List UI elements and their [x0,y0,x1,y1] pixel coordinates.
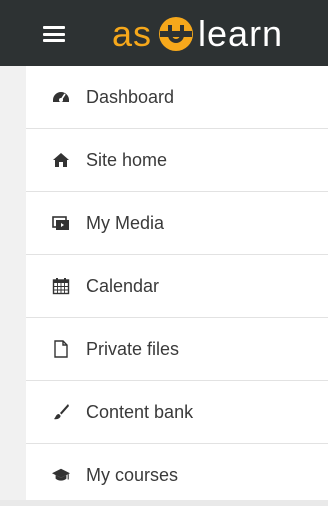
nav-item-my-media[interactable]: My Media [26,192,328,255]
logo-text-as: as [112,13,153,54]
logo-text-learn: learn [198,13,284,54]
graduation-cap-icon [52,466,70,484]
navigation-drawer: Dashboard Site home My Media Calendar Pr… [26,66,328,500]
left-gutter [0,66,26,500]
nav-item-content-bank[interactable]: Content bank [26,381,328,444]
file-icon [52,340,70,358]
nav-item-label: Dashboard [86,86,175,107]
site-logo[interactable]: as learn [112,12,283,56]
nav-item-dashboard[interactable]: Dashboard [26,66,328,129]
nav-item-calendar[interactable]: Calendar [26,255,328,318]
home-icon [52,151,70,169]
nav-item-label: Calendar [86,275,160,296]
brush-icon [52,403,70,421]
nav-item-my-courses[interactable]: My courses [26,444,328,506]
dashboard-icon [52,88,70,106]
nav-item-private-files[interactable]: Private files [26,318,328,381]
top-navbar: as learn [0,0,328,66]
nav-item-site-home[interactable]: Site home [26,129,328,192]
nav-item-label: Site home [86,149,168,170]
hamburger-menu-icon[interactable] [43,26,65,42]
nav-item-label: My courses [86,464,179,485]
nav-item-label: My Media [86,212,165,233]
calendar-icon [52,277,70,295]
nav-item-label: Content bank [86,401,194,422]
nav-item-label: Private files [86,338,180,359]
logo-u-mark-icon [159,17,194,51]
media-icon [52,214,70,232]
